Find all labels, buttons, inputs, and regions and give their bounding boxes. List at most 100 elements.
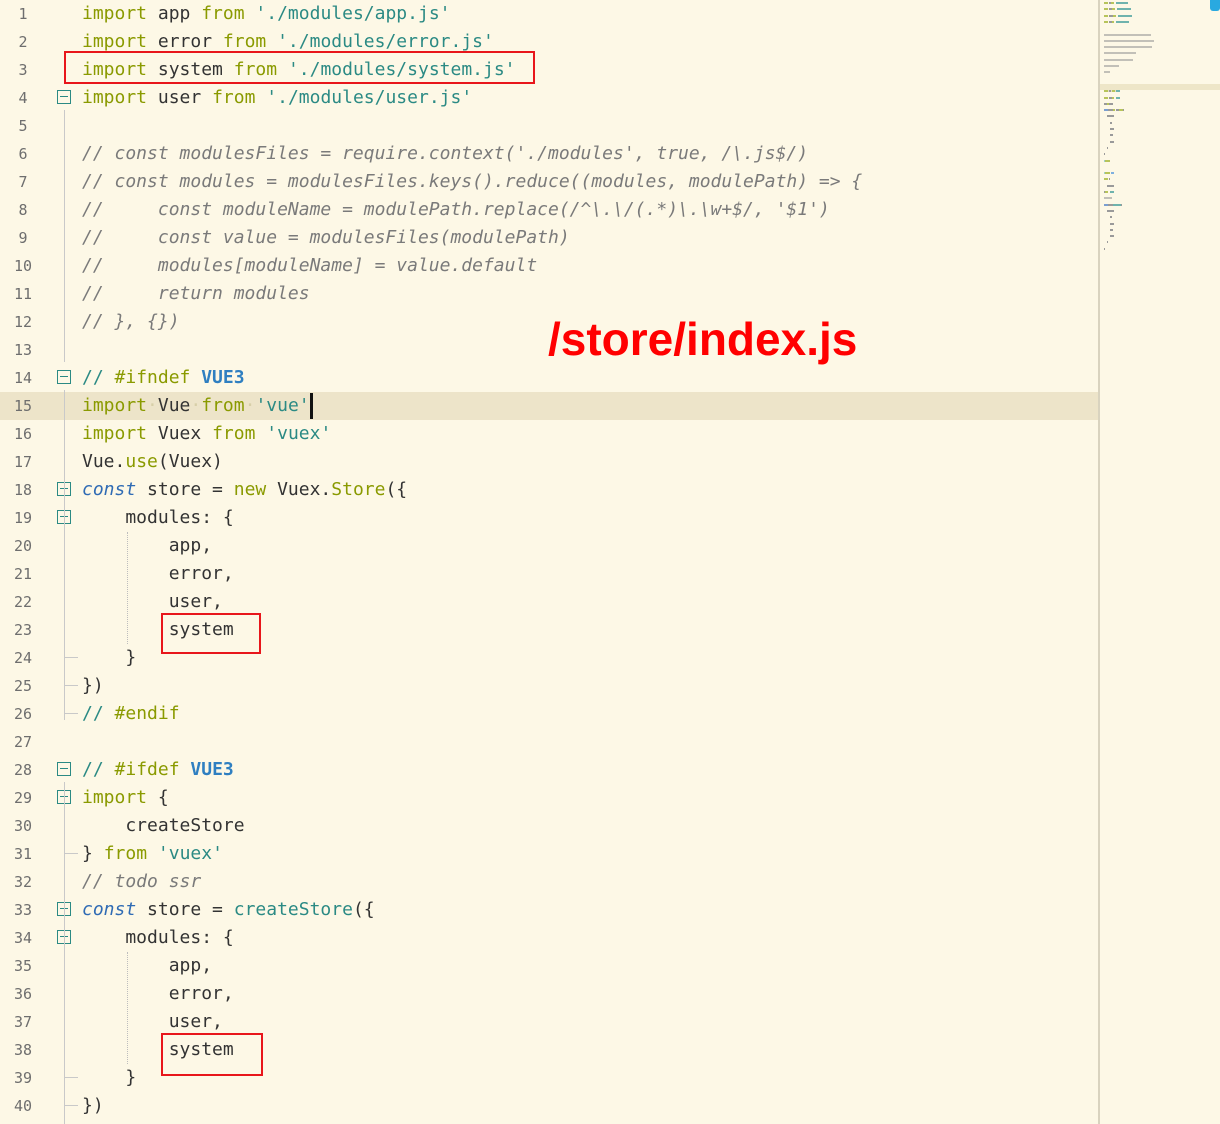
code-line[interactable]: 31} from 'vuex' bbox=[0, 840, 1098, 868]
code-token: ({ bbox=[385, 479, 408, 500]
code-line[interactable]: 5 bbox=[0, 112, 1098, 140]
line-number: 4 bbox=[18, 89, 28, 107]
code-line[interactable]: 16 import Vuex from 'vuex' bbox=[0, 420, 1098, 448]
code-text: // const moduleName = modulePath.replace… bbox=[82, 196, 830, 224]
code-token: { bbox=[147, 787, 169, 808]
code-line[interactable]: 22 user, bbox=[0, 588, 1098, 616]
code-token: app bbox=[147, 3, 202, 24]
code-line[interactable]: 27 bbox=[0, 728, 1098, 756]
minimap-line bbox=[1111, 96, 1115, 99]
line-number: 3 bbox=[18, 61, 28, 79]
fold-guide-end bbox=[64, 685, 78, 686]
code-line[interactable]: 29 import { bbox=[0, 784, 1098, 812]
code-line[interactable]: 36 error, bbox=[0, 980, 1098, 1008]
code-line[interactable]: 40}) bbox=[0, 1092, 1098, 1120]
code-text: import user from './modules/user.js' bbox=[82, 84, 472, 112]
minimap-line bbox=[1122, 109, 1125, 112]
minimap-line bbox=[1104, 33, 1151, 36]
code-line[interactable]: 21 error, bbox=[0, 560, 1098, 588]
line-number: 6 bbox=[18, 145, 28, 163]
code-token: modules: { bbox=[82, 927, 234, 948]
code-token: Vuex. bbox=[266, 479, 332, 500]
code-line[interactable]: 33 const store = createStore({ bbox=[0, 896, 1098, 924]
line-number: 5 bbox=[18, 117, 28, 135]
code-line[interactable]: 6 // const modulesFiles = require.context… bbox=[0, 140, 1098, 168]
code-line[interactable]: 7 // const modules = modulesFiles.keys().… bbox=[0, 168, 1098, 196]
minimap-line bbox=[1120, 203, 1123, 206]
code-line[interactable]: 26 // #endif bbox=[0, 700, 1098, 728]
minimap-line bbox=[1104, 178, 1109, 181]
code-token: } bbox=[82, 843, 104, 864]
minimap-viewport[interactable] bbox=[1100, 84, 1220, 90]
file-path-annotation: /store/index.js bbox=[548, 313, 858, 365]
minimap-line bbox=[1104, 20, 1109, 23]
code-text: user, bbox=[82, 588, 223, 616]
code-token: const bbox=[82, 479, 137, 500]
code-line[interactable]: 1 import app from './modules/app.js' bbox=[0, 0, 1098, 28]
code-line[interactable]: 10 // modules[moduleName] = value.default bbox=[0, 252, 1098, 280]
code-token: // const moduleName = modulePath.replace… bbox=[82, 199, 830, 220]
minimap-line bbox=[1116, 20, 1130, 23]
code-text: app, bbox=[82, 952, 212, 980]
minimap-line bbox=[1112, 8, 1116, 11]
code-token: 'vuex' bbox=[157, 843, 223, 864]
fold-guide bbox=[64, 110, 65, 362]
line-number: 14 bbox=[13, 369, 33, 387]
code-token: user, bbox=[82, 591, 223, 612]
line-number: 28 bbox=[13, 761, 33, 779]
code-line[interactable]: 19 modules: { bbox=[0, 504, 1098, 532]
code-line[interactable]: 15 import·Vue·from·'vue' bbox=[0, 392, 1098, 420]
code-line[interactable]: 9 // const value = modulesFiles(modulePat… bbox=[0, 224, 1098, 252]
line-number: 33 bbox=[13, 901, 33, 919]
minimap-line bbox=[1116, 8, 1131, 11]
code-token: app, bbox=[82, 955, 213, 976]
fold-toggle-icon[interactable] bbox=[57, 90, 71, 104]
code-line[interactable]: 8 // const moduleName = modulePath.replac… bbox=[0, 196, 1098, 224]
code-token: ({ bbox=[352, 899, 375, 920]
minimap[interactable] bbox=[1098, 0, 1220, 1124]
fold-guide-end bbox=[64, 1105, 78, 1106]
code-line[interactable]: 25}) bbox=[0, 672, 1098, 700]
code-line[interactable]: 30 createStore bbox=[0, 812, 1098, 840]
minimap-line bbox=[1108, 178, 1110, 181]
code-text: } bbox=[82, 644, 136, 672]
code-token: · bbox=[190, 395, 202, 416]
code-token: Store bbox=[331, 479, 386, 500]
code-line[interactable]: 28 // #ifdef VUE3 bbox=[0, 756, 1098, 784]
code-token: new bbox=[233, 479, 267, 500]
code-line[interactable]: 11 // return modules bbox=[0, 280, 1098, 308]
code-token: (Vuex) bbox=[157, 451, 223, 472]
code-token: from bbox=[201, 395, 245, 416]
code-line[interactable]: 20 app, bbox=[0, 532, 1098, 560]
code-text: } bbox=[82, 1064, 136, 1092]
line-number: 34 bbox=[13, 929, 33, 947]
line-number: 1 bbox=[18, 5, 28, 23]
fold-toggle-icon[interactable] bbox=[57, 370, 71, 384]
code-token: import bbox=[82, 787, 148, 808]
line-number: 23 bbox=[13, 621, 33, 639]
line-number: 24 bbox=[13, 649, 33, 667]
scrollbar-thumb[interactable] bbox=[1210, 0, 1220, 11]
code-line[interactable]: 18 const store = new Vuex.Store({ bbox=[0, 476, 1098, 504]
code-line[interactable]: 17 Vue.use(Vuex) bbox=[0, 448, 1098, 476]
code-token: from bbox=[201, 3, 245, 24]
line-number: 29 bbox=[13, 789, 33, 807]
code-line[interactable]: 34 modules: { bbox=[0, 924, 1098, 952]
minimap-line bbox=[1111, 172, 1115, 175]
code-line[interactable]: 14 // #ifndef VUE3 bbox=[0, 364, 1098, 392]
code-line[interactable]: 32 // todo ssr bbox=[0, 868, 1098, 896]
code-token: use bbox=[125, 451, 158, 472]
minimap-line bbox=[1109, 128, 1114, 130]
code-line[interactable]: 4 import user from './modules/user.js' bbox=[0, 84, 1098, 112]
code-token: 'vuex' bbox=[266, 423, 332, 444]
highlight-box-system-vue2 bbox=[161, 613, 261, 654]
code-editor[interactable]: 1 import app from './modules/app.js' 2 impo… bbox=[0, 0, 1098, 1124]
code-token: } bbox=[82, 1067, 137, 1088]
line-number: 22 bbox=[13, 593, 33, 611]
code-token: from bbox=[212, 87, 256, 108]
code-line[interactable]: 37 user, bbox=[0, 1008, 1098, 1036]
fold-toggle-icon[interactable] bbox=[57, 762, 71, 776]
code-line[interactable]: 35 app, bbox=[0, 952, 1098, 980]
